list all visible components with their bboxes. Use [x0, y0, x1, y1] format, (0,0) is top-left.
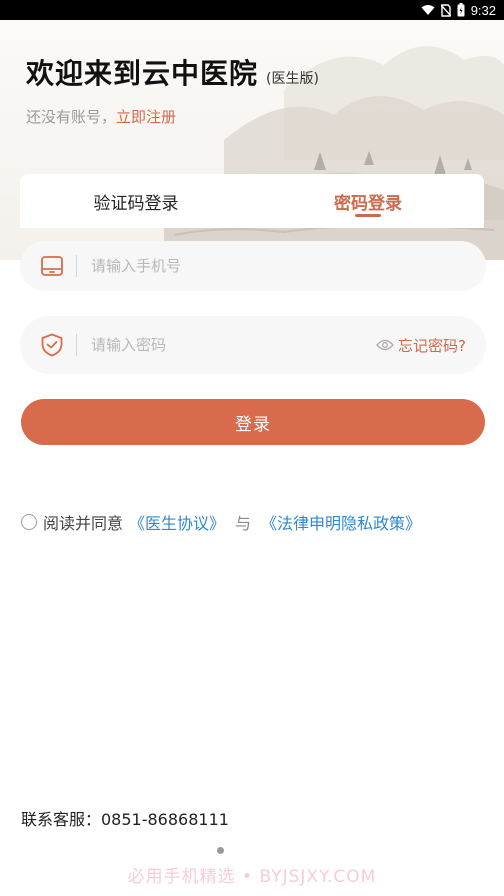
title-row: 欢迎来到云中医院 (医生版)	[26, 52, 319, 92]
phone-tablet-icon	[40, 254, 64, 278]
privacy-policy-link[interactable]: 《法律申明隐私政策》	[261, 510, 421, 534]
register-row: 还没有账号，立即注册	[26, 106, 176, 127]
edition-label: (医生版)	[266, 71, 319, 87]
agreement-and: 与	[235, 514, 252, 533]
no-account-text: 还没有账号，	[26, 108, 117, 126]
tab-label: 密码登录	[334, 193, 402, 214]
phone-field	[20, 241, 486, 291]
status-bar: 9:32	[0, 0, 504, 20]
watermark: 必用手机精选 • BYJSJXY.COM	[127, 867, 377, 887]
login-button[interactable]: 登录	[21, 399, 485, 445]
field-divider	[76, 255, 77, 277]
page-indicator-dot	[217, 847, 224, 854]
battery-icon	[457, 3, 465, 17]
tab-sms-code-login[interactable]: 验证码登录	[20, 174, 252, 228]
active-tab-indicator	[355, 214, 381, 217]
tab-password-login[interactable]: 密码登录	[252, 174, 484, 228]
register-link[interactable]: 立即注册	[116, 108, 176, 126]
forgot-password-label: 忘记密码?	[398, 336, 466, 355]
phone-input[interactable]	[91, 257, 351, 275]
customer-service-contact: 联系客服：0851-86868111	[21, 810, 229, 829]
doctor-agreement-link[interactable]: 《医生协议》	[129, 510, 225, 534]
login-tabs: 验证码登录 密码登录	[20, 174, 484, 228]
eye-icon	[376, 339, 394, 351]
status-time: 9:32	[470, 2, 496, 18]
agreement-radio[interactable]	[21, 514, 37, 530]
field-divider	[76, 334, 77, 356]
agreement-prefix: 阅读并同意	[43, 514, 124, 533]
password-field: 忘记密码?	[20, 316, 486, 374]
shield-check-icon	[40, 333, 64, 357]
agreement-row: 阅读并同意 《医生协议》与《法律申明隐私政策》	[21, 510, 421, 534]
status-icons: 9:32	[421, 0, 496, 20]
tab-label: 验证码登录	[93, 193, 179, 214]
forgot-password-link[interactable]: 忘记密码?	[376, 316, 466, 374]
page-title: 欢迎来到云中医院	[26, 57, 259, 90]
no-sim-icon	[440, 3, 451, 17]
password-input[interactable]	[91, 336, 351, 354]
wifi-icon	[421, 5, 435, 15]
